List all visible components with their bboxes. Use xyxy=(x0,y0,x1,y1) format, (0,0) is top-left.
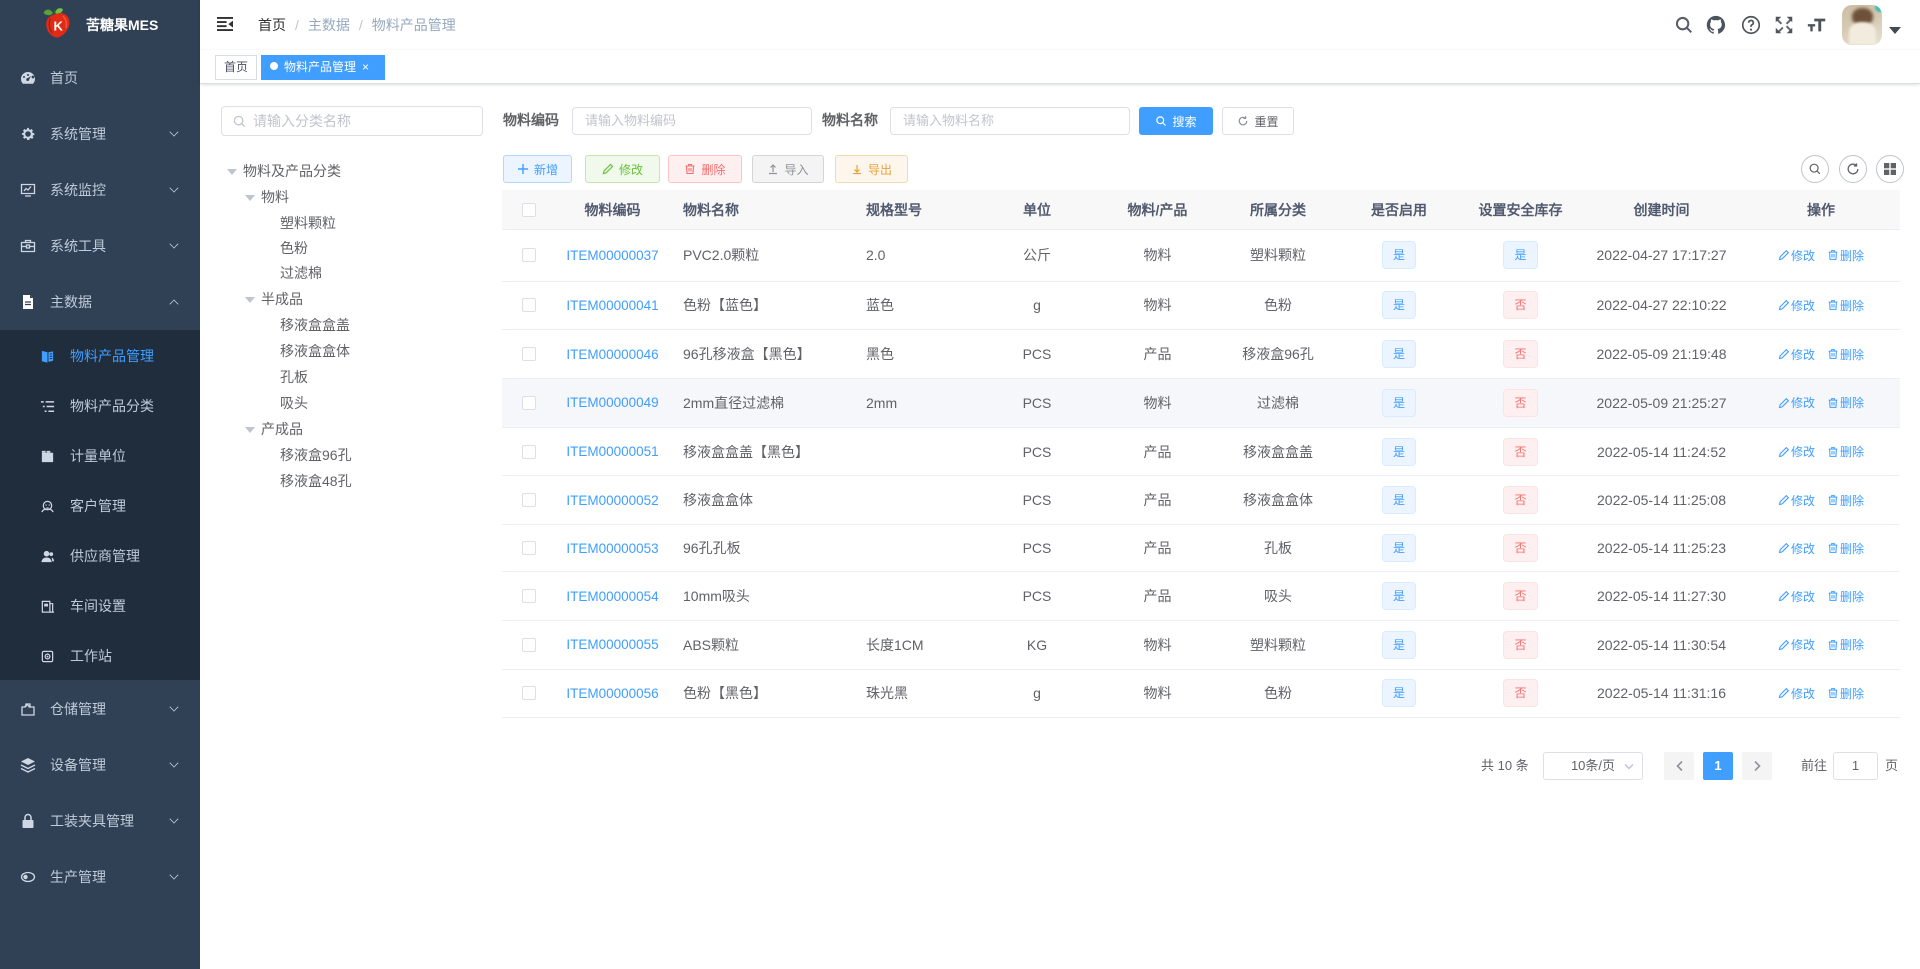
svg-text:K: K xyxy=(54,19,64,34)
